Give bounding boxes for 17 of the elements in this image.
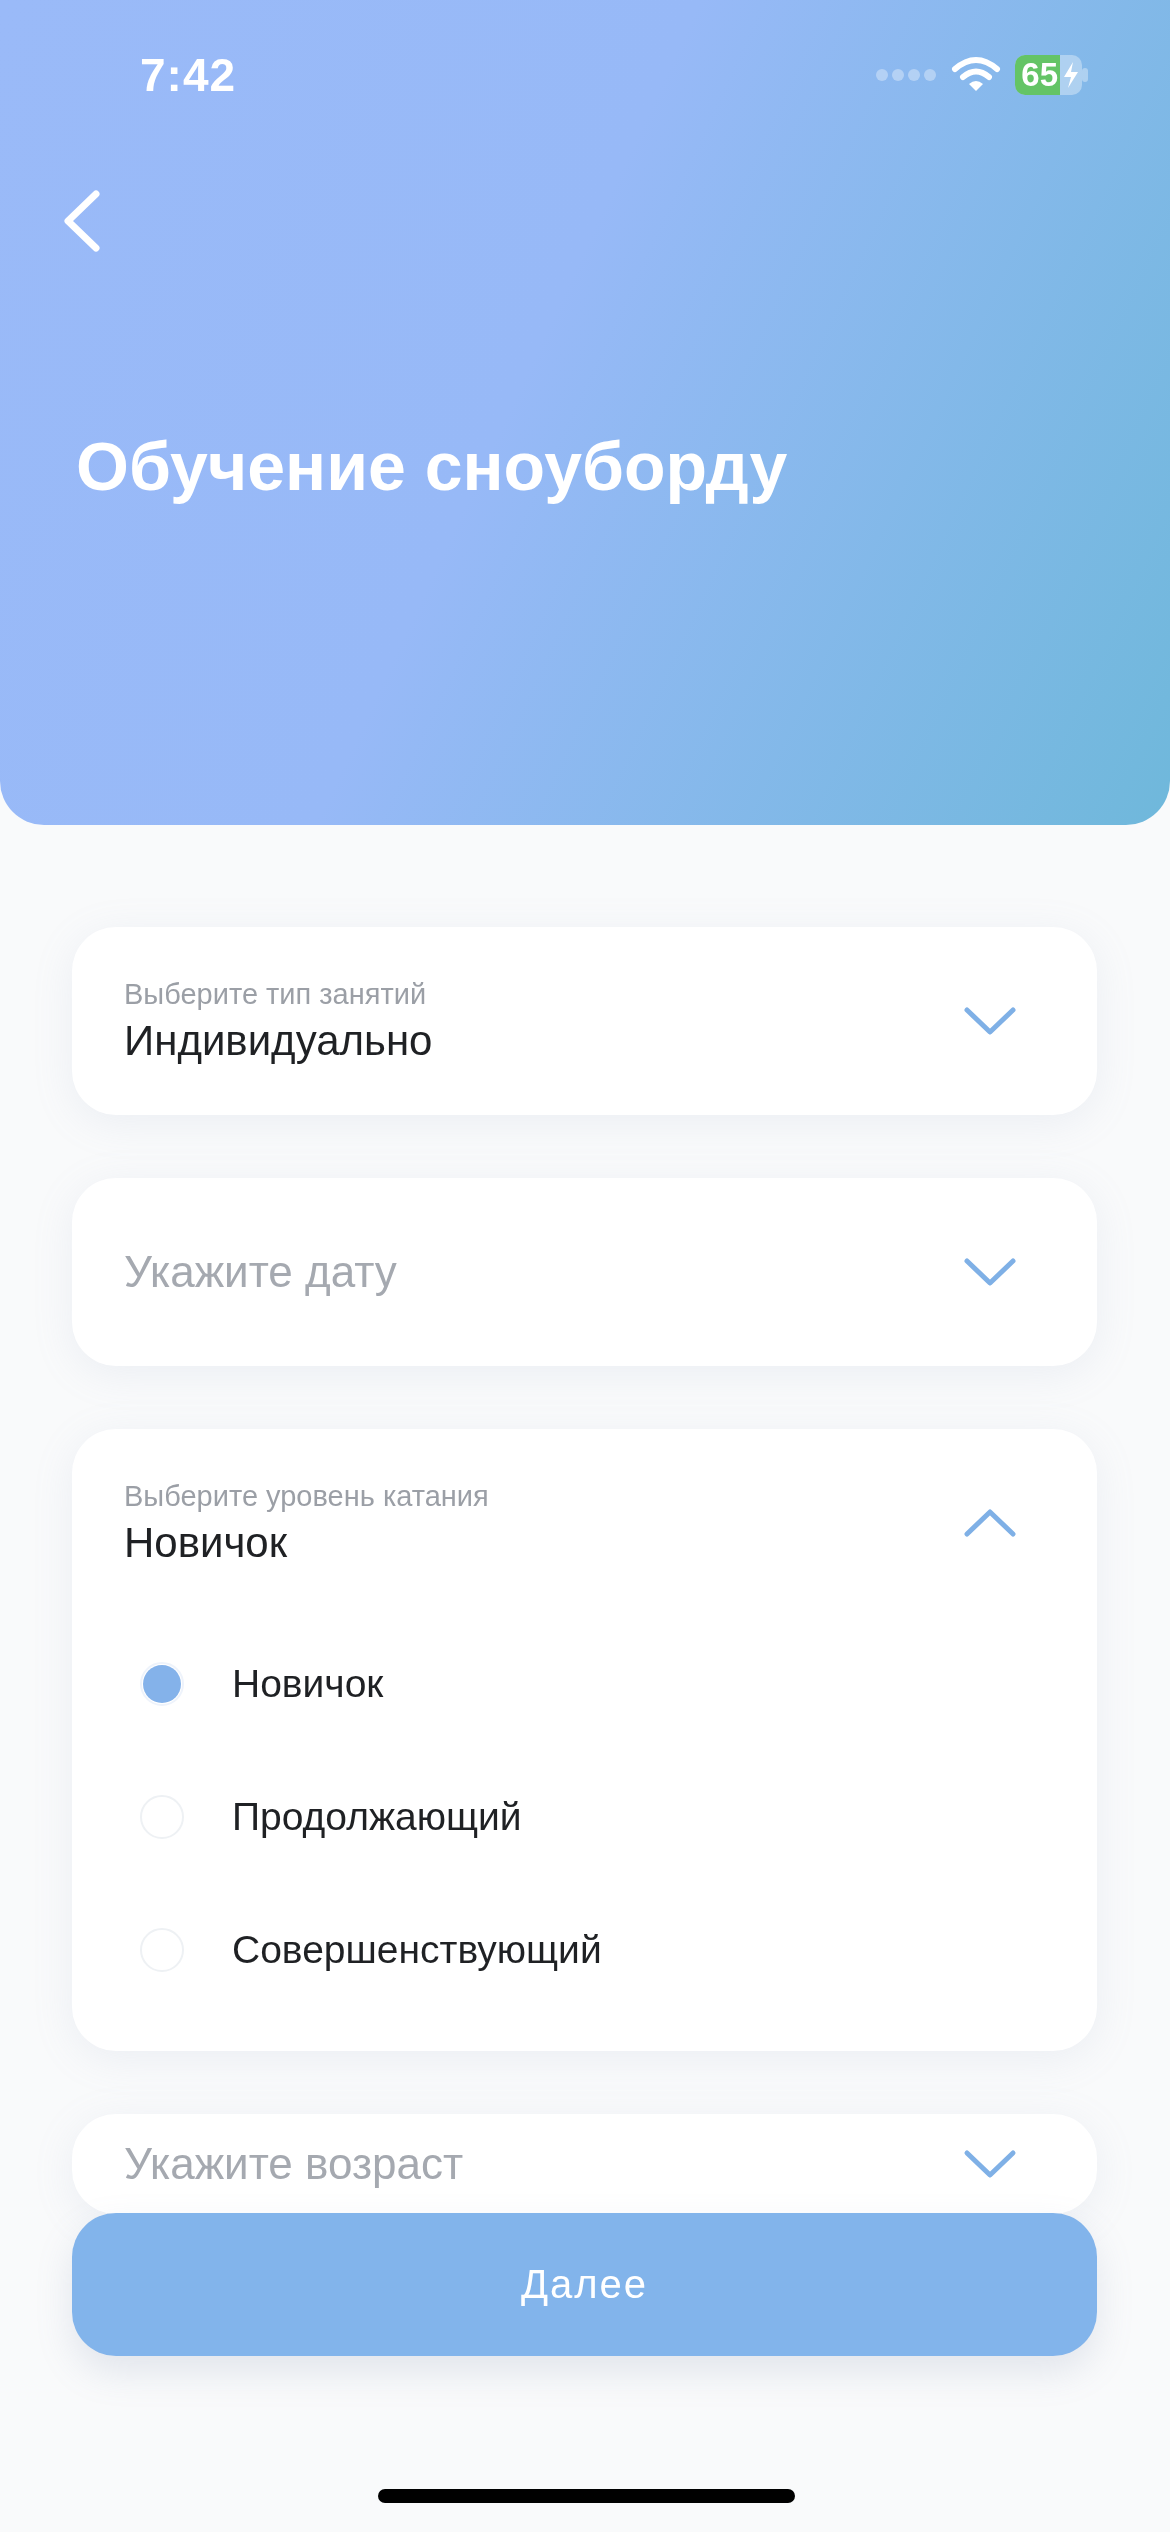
radio-button[interactable]: [140, 1661, 184, 1706]
status-time: 7:42: [140, 48, 237, 102]
page-title: Обучение сноуборду: [76, 427, 789, 505]
dropdown-field[interactable]: Выберите тип занятий Индивидуально: [72, 927, 1097, 1115]
field-value: Новичок: [124, 1518, 289, 1567]
field-value: Индивидуально: [124, 1016, 433, 1065]
back-icon[interactable]: [62, 190, 102, 252]
placeholder-text: Укажите дату: [124, 1247, 397, 1297]
field-label: Выберите тип занятий: [124, 977, 428, 1011]
signal-icon: [875, 68, 938, 82]
dropdown-field[interactable]: Выберите уровень катания Новичок: [72, 1429, 1097, 1617]
option-label[interactable]: Новичок: [232, 1661, 384, 1706]
placeholder-text: Укажите возраст: [124, 2139, 464, 2189]
wifi-icon: [951, 56, 1002, 94]
option-label[interactable]: Продолжающий: [232, 1794, 522, 1839]
option-label[interactable]: Совершенствующий: [232, 1927, 602, 1972]
field-label: Выберите уровень катания: [124, 1479, 489, 1513]
